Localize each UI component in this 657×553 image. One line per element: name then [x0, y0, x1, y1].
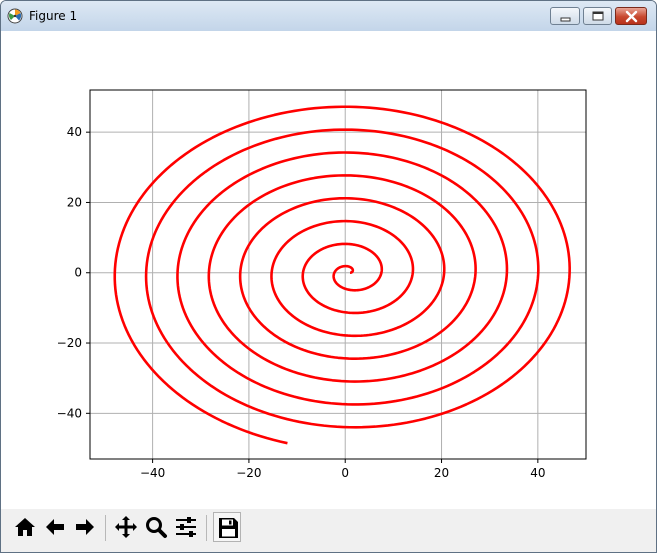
arrow-right-icon — [76, 519, 94, 535]
figure-canvas[interactable]: −40 −20 0 20 40 −40 −20 0 20 40 — [1, 31, 656, 509]
spiral-series-line — [113, 105, 571, 445]
x-tick-label: −40 — [140, 466, 165, 480]
subplots-button[interactable] — [172, 512, 200, 542]
minimize-icon — [560, 17, 571, 22]
y-tick-label: −40 — [57, 406, 82, 420]
matplotlib-logo-icon[interactable] — [7, 8, 23, 24]
home-icon — [15, 518, 35, 536]
y-tick-label: −20 — [57, 336, 82, 350]
forward-button[interactable] — [71, 512, 99, 542]
arrow-left-icon — [46, 519, 64, 535]
x-tick-label: −20 — [236, 466, 261, 480]
floppy-disk-icon — [219, 518, 238, 538]
sliders-icon — [176, 517, 196, 537]
y-tick-label: 40 — [67, 125, 82, 139]
home-button[interactable] — [11, 512, 39, 542]
toolbar-separator — [105, 515, 106, 541]
save-button[interactable] — [213, 512, 241, 542]
ticks: −40 −20 0 20 40 −40 −20 0 20 40 — [57, 125, 546, 480]
maximize-button[interactable] — [583, 7, 612, 25]
x-tick-label: 40 — [530, 466, 545, 480]
y-tick-label: 0 — [74, 266, 82, 280]
maximize-icon — [592, 11, 604, 21]
title-bar[interactable]: Figure 1 — [1, 1, 656, 32]
zoom-button[interactable] — [142, 512, 170, 542]
window-title: Figure 1 — [29, 9, 78, 23]
pan-button[interactable] — [112, 512, 140, 542]
y-tick-label: 20 — [67, 195, 82, 209]
chart[interactable]: −40 −20 0 20 40 −40 −20 0 20 40 — [1, 31, 656, 509]
close-button[interactable] — [615, 7, 647, 25]
move-arrows-icon — [115, 516, 137, 538]
series-layer — [113, 105, 571, 445]
x-tick-label: 0 — [341, 466, 349, 480]
minimize-button[interactable] — [550, 7, 580, 25]
back-button[interactable] — [41, 512, 69, 542]
toolbar-separator — [206, 515, 207, 541]
close-icon — [625, 10, 638, 23]
magnifier-icon — [146, 517, 167, 538]
navigation-toolbar — [1, 509, 656, 552]
figure-window: Figure 1 −40 −20 0 20 40 −40 −20 0 20 40 — [0, 0, 657, 553]
x-tick-label: 20 — [434, 466, 449, 480]
